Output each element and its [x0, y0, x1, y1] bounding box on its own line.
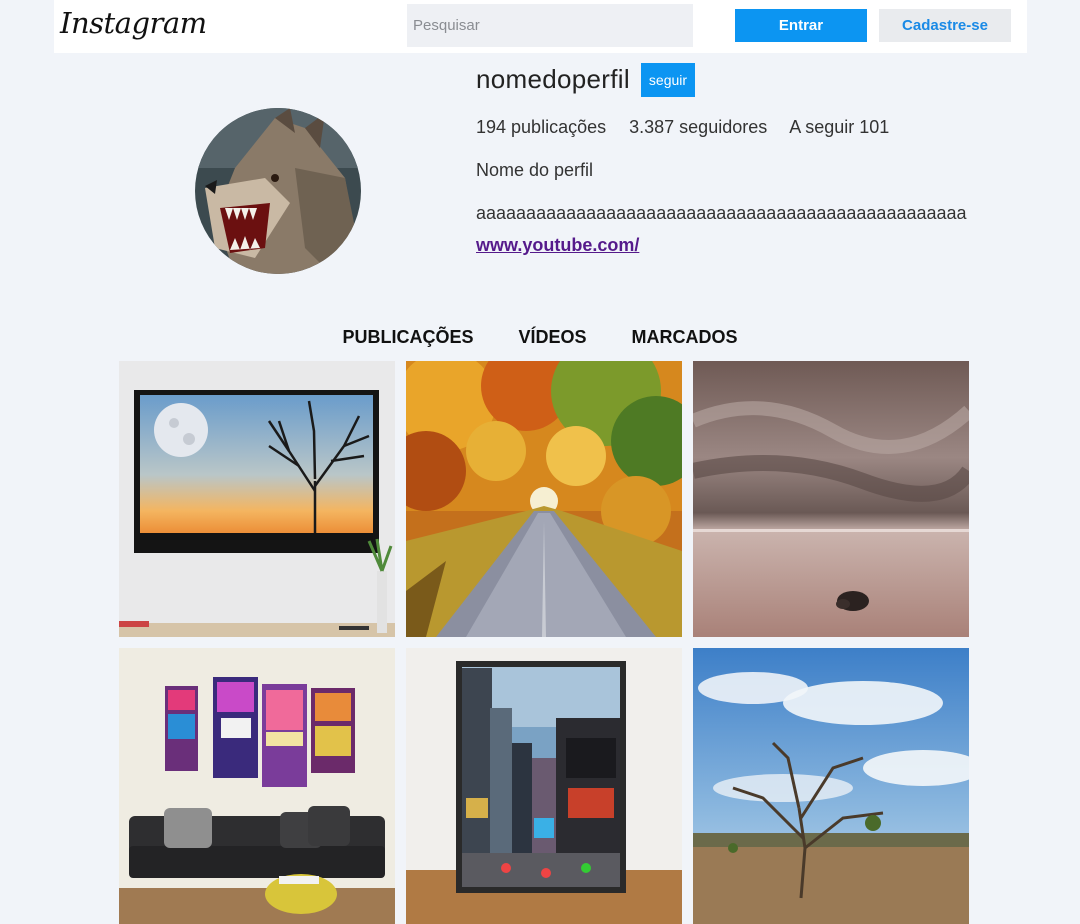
- post-image: [119, 648, 395, 924]
- tab-marcados[interactable]: MARCADOS: [632, 327, 738, 347]
- post-image: [693, 361, 969, 637]
- following-count[interactable]: A seguir 101: [789, 117, 889, 137]
- top-navbar: Instagram Entrar Cadastre-se: [54, 0, 1027, 53]
- login-button[interactable]: Entrar: [735, 9, 867, 42]
- profile-username: nomedoperfil: [476, 64, 630, 94]
- profile-full-name: Nome do perfil: [476, 160, 594, 180]
- post-image: [406, 361, 682, 637]
- post-image: [693, 648, 969, 924]
- post-thumbnail[interactable]: [406, 648, 682, 924]
- tab-publicacoes[interactable]: PUBLICAÇÕES: [342, 327, 473, 347]
- post-thumbnail[interactable]: [119, 361, 395, 637]
- post-thumbnail[interactable]: [406, 361, 682, 637]
- profile-link[interactable]: www.youtube.com/: [476, 235, 639, 256]
- post-image: [406, 648, 682, 924]
- profile-bio: aaaaaaaaaaaaaaaaaaaaaaaaaaaaaaaaaaaaaaaa…: [476, 203, 967, 223]
- followers-count[interactable]: 3.387 seguidores: [629, 117, 767, 137]
- posts-count: 194 publicações: [476, 117, 607, 137]
- profile-tabs: PUBLICAÇÕES VÍDEOS MARCADOS: [0, 327, 1080, 351]
- post-thumbnail[interactable]: [119, 648, 395, 924]
- instagram-logo[interactable]: Instagram: [60, 6, 207, 40]
- profile-stats: 194 publicações 3.387 seguidores A segui…: [476, 117, 907, 138]
- tab-videos[interactable]: VÍDEOS: [518, 327, 586, 347]
- signup-button[interactable]: Cadastre-se: [879, 9, 1011, 42]
- post-thumbnail[interactable]: [693, 361, 969, 637]
- profile-avatar[interactable]: [195, 108, 361, 274]
- post-thumbnail[interactable]: [693, 648, 969, 924]
- search-input[interactable]: [407, 4, 693, 47]
- follow-button[interactable]: seguir: [641, 63, 695, 97]
- wolf-avatar-image: [195, 108, 361, 274]
- post-image: [119, 361, 395, 637]
